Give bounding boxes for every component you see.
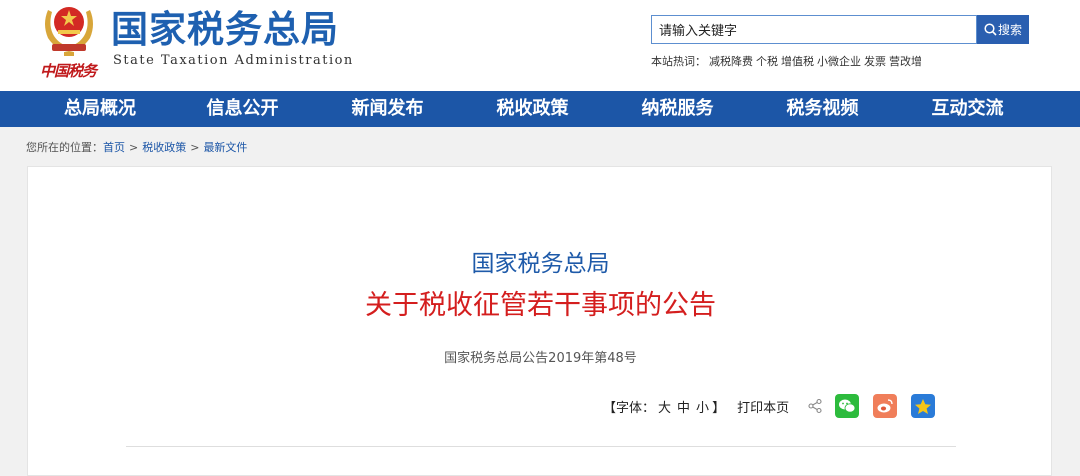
nav-item-news[interactable]: 新闻发布 xyxy=(315,91,460,127)
hotword-link[interactable]: 营改增 xyxy=(889,55,922,68)
national-emblem-icon[interactable] xyxy=(38,0,100,58)
article-issuer: 国家税务总局 xyxy=(471,251,610,277)
article-tools: 【字体： 大 中 小 】 打印本页 xyxy=(603,393,936,419)
handwriting-logo: 中国税务 xyxy=(40,62,97,80)
breadcrumb-latest[interactable]: 最新文件 xyxy=(203,141,247,154)
breadcrumb-policy[interactable]: 税收政策 xyxy=(142,141,186,154)
site-title[interactable]: 国家税务总局 xyxy=(111,8,339,52)
font-large-button[interactable]: 大 xyxy=(658,397,671,416)
hotword-link[interactable]: 个税 xyxy=(756,55,778,68)
print-button[interactable]: 打印本页 xyxy=(737,397,789,416)
nav-item-video[interactable]: 税务视频 xyxy=(750,91,895,127)
search-button[interactable]: 搜索 xyxy=(977,15,1029,44)
hotwords: 本站热词： 减税降费 个税 增值税 小微企业 发票 营改增 xyxy=(651,53,925,69)
article-panel: 国家税务总局 关于税收征管若干事项的公告 国家税务总局公告2019年第48号 【… xyxy=(27,166,1052,476)
article-number: 国家税务总局公告2019年第48号 xyxy=(444,351,637,366)
hotword-link[interactable]: 减税降费 xyxy=(709,55,753,68)
main-nav: 总局概况 信息公开 新闻发布 税收政策 纳税服务 税务视频 互动交流 xyxy=(0,91,1080,127)
site-header: 中国税务 国家税务总局 State Taxation Administratio… xyxy=(0,0,1080,91)
weibo-share-button[interactable] xyxy=(873,394,898,418)
breadcrumb-prefix: 您所在的位置： xyxy=(26,141,103,154)
search-input[interactable] xyxy=(651,15,977,44)
qzone-share-button[interactable] xyxy=(911,394,936,418)
wechat-icon xyxy=(839,399,856,413)
hotword-link[interactable]: 小微企业 xyxy=(817,55,861,68)
nav-item-service[interactable]: 纳税服务 xyxy=(605,91,750,127)
breadcrumb: 您所在的位置：首页 > 税收政策 > 最新文件 xyxy=(26,139,247,155)
font-size-open: 【字体： xyxy=(603,400,656,416)
search-icon xyxy=(984,23,997,36)
divider xyxy=(126,446,956,447)
wechat-share-button[interactable] xyxy=(835,394,860,418)
font-medium-button[interactable]: 中 xyxy=(677,397,690,416)
breadcrumb-separator: > xyxy=(190,141,200,154)
breadcrumb-home[interactable]: 首页 xyxy=(103,141,125,154)
nav-item-info[interactable]: 信息公开 xyxy=(170,91,315,127)
font-size-close: 】 xyxy=(712,400,726,416)
nav-item-overview[interactable]: 总局概况 xyxy=(0,91,170,127)
breadcrumb-separator: > xyxy=(129,141,139,154)
hotword-link[interactable]: 发票 xyxy=(864,55,886,68)
weibo-icon xyxy=(877,399,893,413)
nav-item-interact[interactable]: 互动交流 xyxy=(895,91,1040,127)
star-icon xyxy=(915,398,932,414)
font-small-button[interactable]: 小 xyxy=(696,397,709,416)
hotwords-label: 本站热词： xyxy=(651,55,706,68)
site-subtitle: State Taxation Administration xyxy=(113,53,354,68)
article-title: 关于税收征管若干事项的公告 xyxy=(365,290,716,321)
share-icon[interactable] xyxy=(807,398,823,414)
hotword-link[interactable]: 增值税 xyxy=(781,55,814,68)
nav-item-policy[interactable]: 税收政策 xyxy=(460,91,605,127)
search-button-label: 搜索 xyxy=(997,23,1022,37)
